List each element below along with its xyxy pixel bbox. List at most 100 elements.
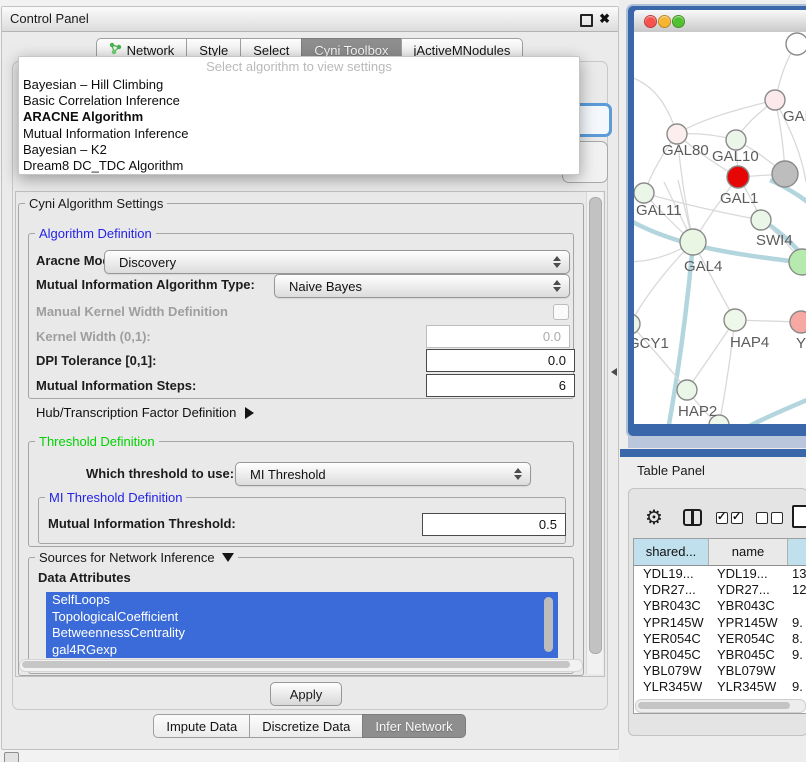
network-edge[interactable] [687,320,735,390]
threshold-definition-title: Threshold Definition [35,434,159,449]
table-cell: YDR27... [708,582,786,598]
attribute-item-gal4rgexp[interactable]: gal4RGexp [46,642,558,659]
apply-button[interactable]: Apply [270,682,342,706]
network-edge[interactable] [677,100,775,134]
collapsed-arrow-icon [245,407,254,419]
attribute-item-topologicalcoefficient[interactable]: TopologicalCoefficient [46,609,558,626]
mi-steps-label: Mutual Information Steps: [36,378,196,393]
network-node-gal80[interactable] [667,124,687,144]
table-body: YDL19...YDL19...13YDR27...YDR27...12YBR0… [634,566,806,712]
network-node-y[interactable] [790,311,806,333]
network-node[interactable] [786,33,806,55]
settings-vscrollbar[interactable] [586,192,603,674]
panel-divider-bar[interactable] [620,449,806,457]
table-row[interactable]: YER054CYER054C8. [634,631,806,647]
table-cell: YBR045C [634,647,708,663]
algorithm-option-mutual-information-inference[interactable]: Mutual Information Inference [23,126,575,142]
table-cell: YBR045C [708,647,786,663]
which-threshold-label: Which threshold to use: [86,466,234,481]
table-cell: YDL19... [634,566,708,582]
table-cell: YBR043C [634,598,708,614]
algorithm-option-dream8-dc-tdc-algorithm[interactable]: Dream8 DC_TDC Algorithm [23,158,575,174]
bottom-tab-infer-network[interactable]: Infer Network [362,714,465,738]
gear-icon[interactable]: ⚙ [645,505,663,530]
table-cell: 12 [786,582,806,598]
network-node-gal[interactable] [765,90,785,110]
sources-group-title[interactable]: Sources for Network Inference [35,550,238,565]
minimize-traffic-light-icon[interactable] [658,15,671,28]
table-row[interactable]: YLR345WYLR345W9. [634,679,806,695]
algorithm-option-aracne-algorithm[interactable]: ARACNE Algorithm [23,109,575,125]
network-node-gal10[interactable] [726,130,746,150]
algorithm-option-basic-correlation-inference[interactable]: Basic Correlation Inference [23,93,575,109]
network-node-hap2[interactable] [677,380,697,400]
control-panel-titlebar: Control Panel ✖ [2,7,618,32]
node-label-hap4: HAP4 [730,334,769,351]
table-row[interactable]: YDR27...YDR27...12 [634,582,806,598]
mi-algorithm-type-value: Naive Bayes [275,279,550,294]
table-cell: YLR345W [708,679,786,695]
column-header-shared[interactable]: shared... [634,539,709,565]
attribute-item-betweennesscentrality[interactable]: BetweennessCentrality [46,625,558,642]
manual-kernel-checkbox[interactable] [553,304,569,320]
network-node[interactable] [772,161,798,187]
table-row[interactable]: YDL19...YDL19...13 [634,566,806,582]
close-traffic-light-icon[interactable] [644,15,657,28]
table-cell: 13 [786,566,806,582]
network-canvas[interactable]: GALGAL80GAL10GAL1GAL11SWI4GAL4GCY1HAP4YH… [634,32,806,424]
network-window-titlebar[interactable] [634,10,806,33]
table-row[interactable]: YBR045CYBR045C9. [634,647,806,663]
algorithm-popup: Select algorithm to view settings Bayesi… [18,56,580,175]
aracne-mode-select[interactable]: Discovery [104,250,570,274]
data-attributes-list: SelfLoopsTopologicalCoefficientBetweenne… [46,592,558,658]
network-edge[interactable] [634,76,677,134]
table-hscrollbar[interactable] [635,699,806,713]
mi-steps-field[interactable]: 6 [426,374,575,397]
node-label-gal1: GAL1 [720,190,758,207]
which-threshold-select[interactable]: MI Threshold [235,462,531,486]
column-layout-icon[interactable] [683,509,702,526]
close-icon[interactable]: ✖ [599,11,610,27]
table-cell: 9. [786,647,806,663]
dock-mini-icon[interactable] [4,752,19,762]
table-cell: YPR145W [708,615,786,631]
network-node-gal4[interactable] [680,229,706,255]
panel-splitter-arrow-icon[interactable] [611,368,617,376]
algorithm-option-bayesian-hill-climbing[interactable]: Bayesian – Hill Climbing [23,77,575,93]
network-node-gcy1[interactable] [634,314,640,334]
algorithm-option-bayesian-k2[interactable]: Bayesian – K2 [23,142,575,158]
column-header[interactable] [788,539,806,565]
dpi-tolerance-field[interactable]: 0.0 [426,349,575,372]
node-label-gal11: GAL11 [636,202,682,219]
mi-threshold-field[interactable]: 0.5 [422,513,566,536]
hub-definition-toggle[interactable]: Hub/Transcription Factor Definition [36,405,254,420]
network-node-swi4[interactable] [751,210,771,230]
table-row[interactable]: YPR145WYPR145W9. [634,615,806,631]
zoom-traffic-light-icon[interactable] [672,15,685,28]
network-node-gal11[interactable] [634,183,654,203]
bottom-tab-discretize-data[interactable]: Discretize Data [249,714,363,738]
hub-definition-label: Hub/Transcription Factor Definition [36,405,236,420]
attribute-item-selfloops[interactable]: SelfLoops [46,592,558,609]
kernel-width-field[interactable]: 0.0 [426,325,570,348]
table-cell: YER054C [708,631,786,647]
table-row[interactable]: YBR043CYBR043C [634,598,806,614]
select-all-checkboxes-icon[interactable] [716,512,743,524]
network-edges-svg [634,32,806,424]
deselect-all-checkboxes-icon[interactable] [756,512,783,524]
settings-hscrollbar[interactable] [19,659,583,672]
document-icon[interactable] [792,505,806,528]
attributes-scrollbar-thumb[interactable] [544,597,553,652]
network-node-hap4[interactable] [724,309,746,331]
network-node[interactable] [789,249,806,275]
stepper-arrows-icon [511,468,525,480]
float-window-icon[interactable] [580,14,593,27]
tab-label: Infer Network [375,719,452,734]
bottom-tab-impute-data[interactable]: Impute Data [153,714,250,738]
column-header-name[interactable]: name [709,539,788,565]
mi-algorithm-type-select[interactable]: Naive Bayes [274,274,570,298]
which-threshold-value: MI Threshold [236,467,511,482]
network-node-gal1[interactable] [727,166,749,188]
table-row[interactable]: YBL079WYBL079W [634,663,806,679]
node-label-gal80: GAL80 [662,142,709,159]
